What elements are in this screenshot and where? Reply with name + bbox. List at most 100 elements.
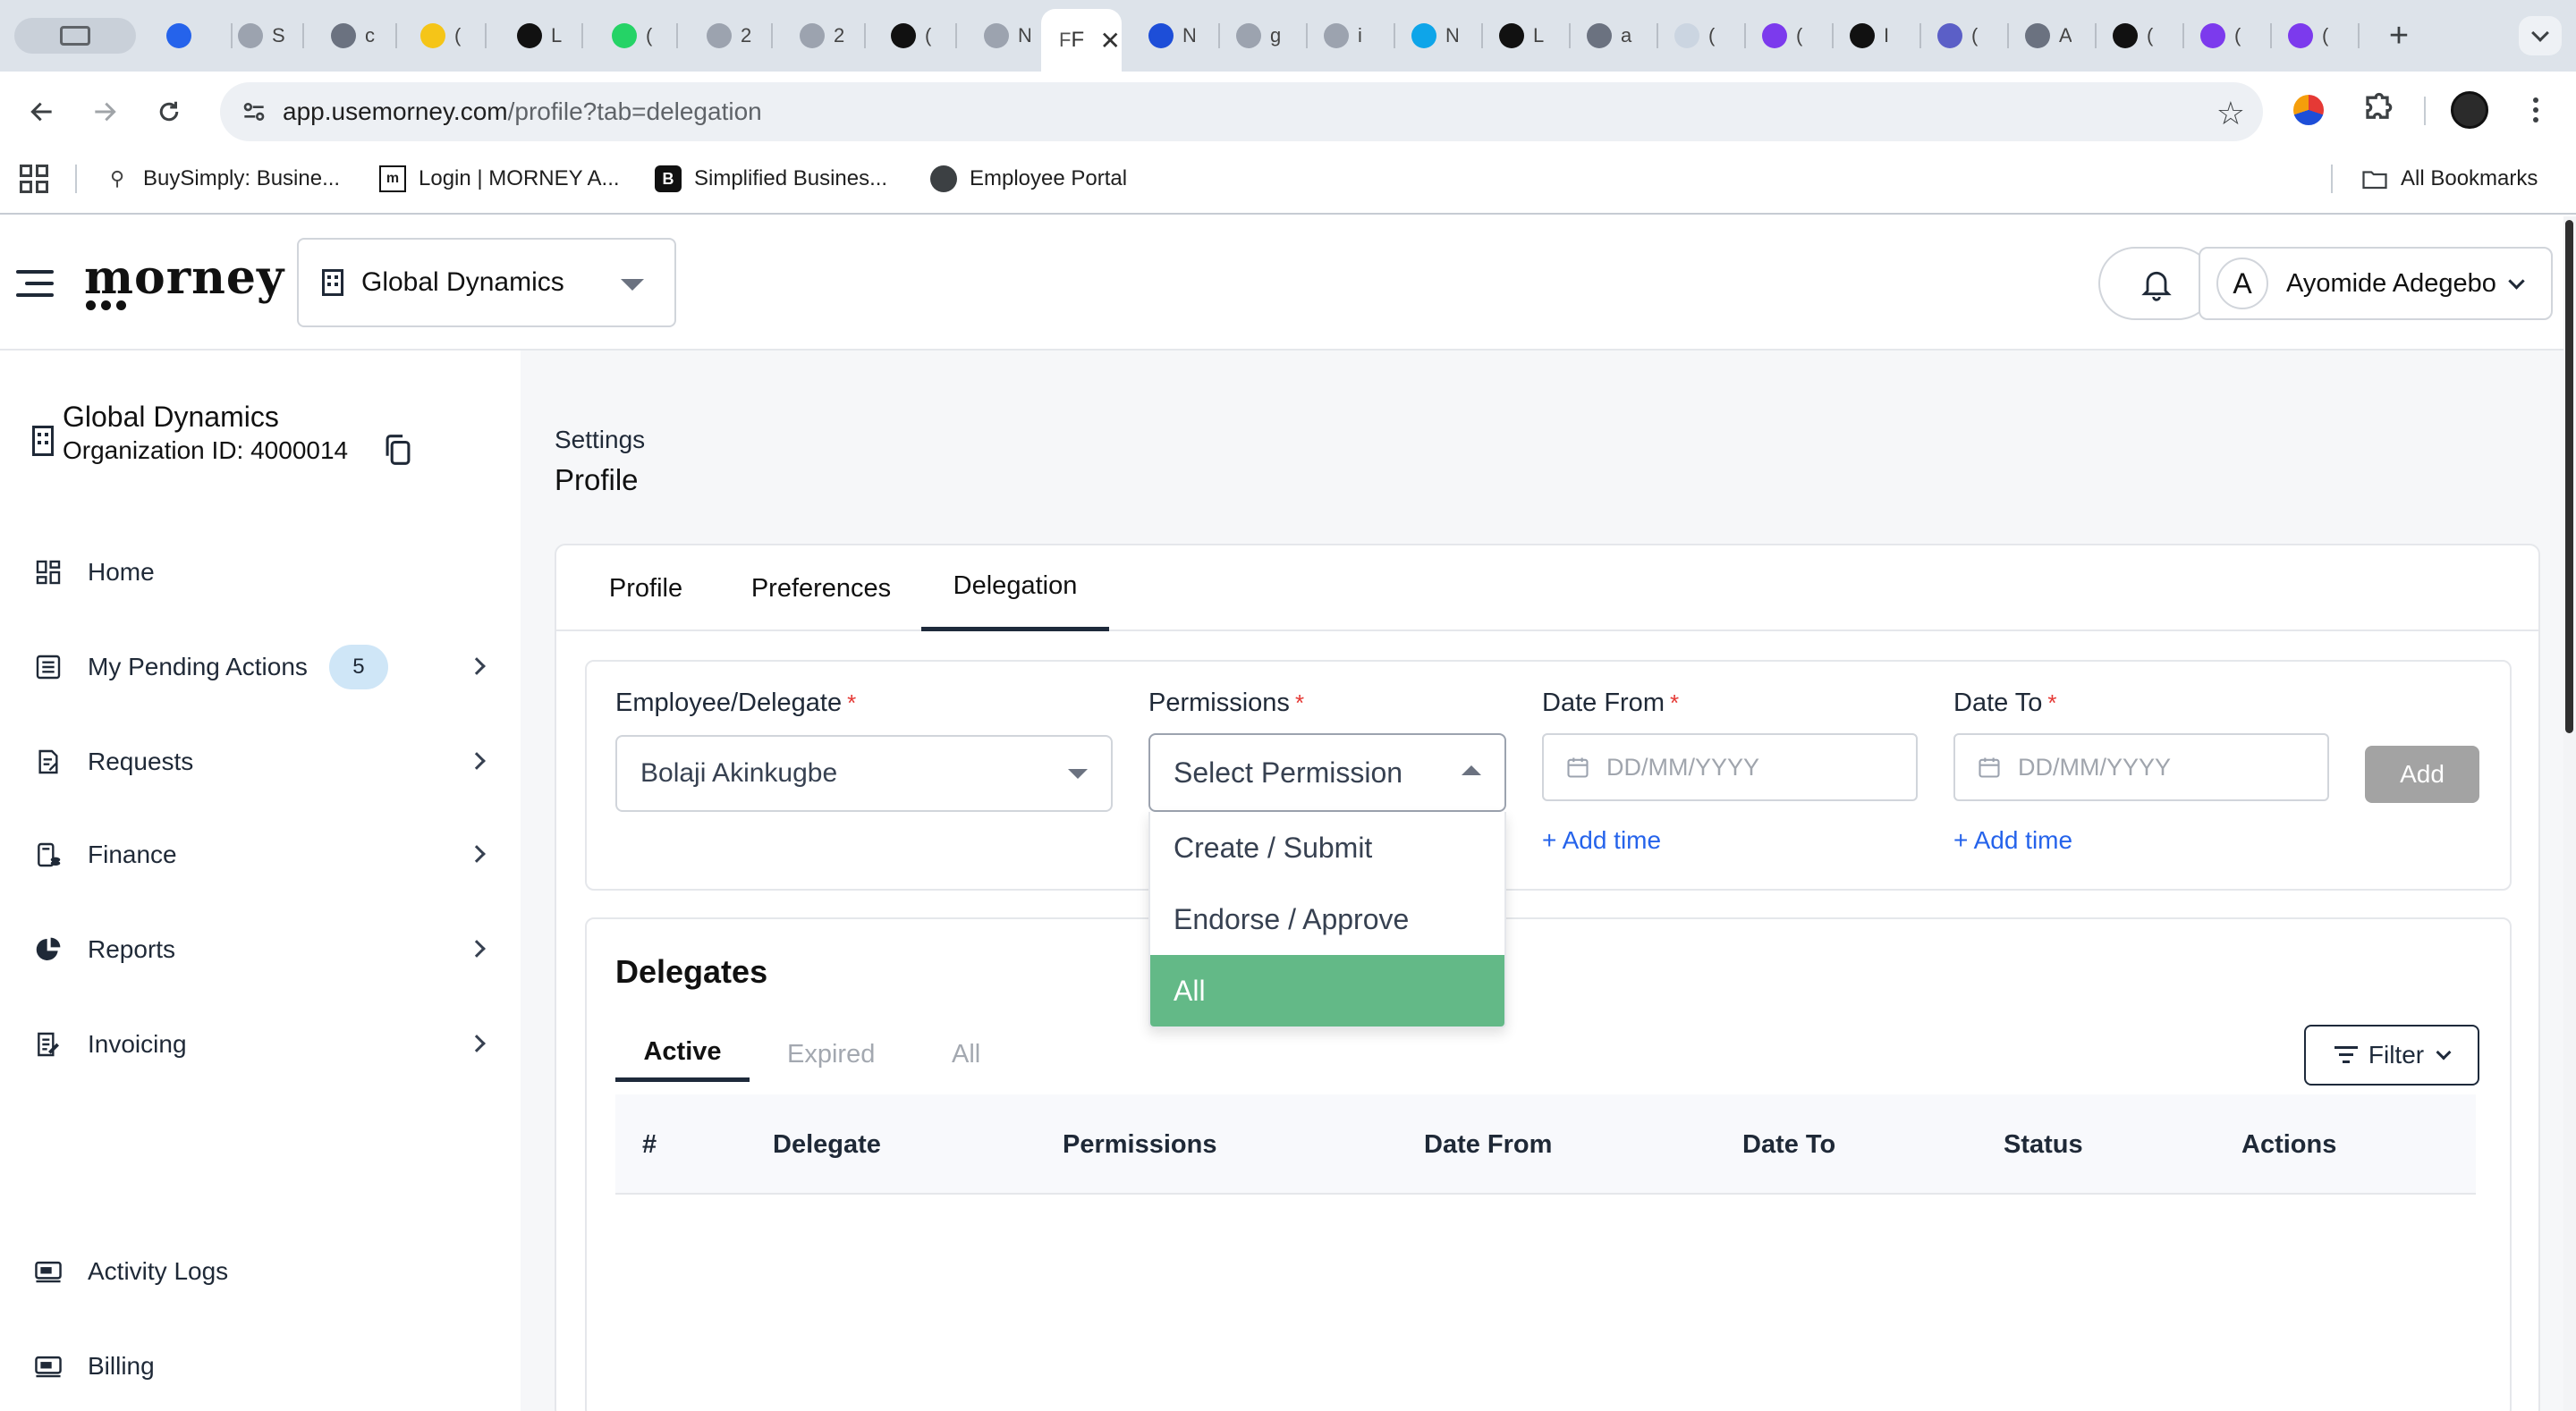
sidebar-item-billing[interactable]: Billing	[34, 1339, 490, 1393]
browser-tab[interactable]: L	[517, 16, 564, 55]
bookmarks-divider	[75, 165, 77, 193]
profile-avatar-icon[interactable]	[2451, 91, 2488, 129]
browser-tab-title: a	[1621, 24, 1632, 46]
browser-tab[interactable]: N	[1411, 16, 1458, 55]
tab-preferences[interactable]: Preferences	[742, 545, 900, 631]
main-content: Settings Profile Profile Preferences Deleg…	[521, 351, 2563, 1411]
tab-delegation[interactable]: Delegation	[921, 545, 1109, 631]
copy-icon[interactable]	[383, 433, 413, 467]
browser-tab[interactable]: (	[1762, 16, 1809, 55]
browser-tab[interactable]: S	[238, 16, 284, 55]
permissions-select[interactable]: Select Permission	[1148, 733, 1506, 812]
browser-tab[interactable]: (	[420, 16, 467, 55]
browser-tab[interactable]: (	[891, 16, 937, 55]
notifications-button[interactable]	[2098, 247, 2215, 320]
new-tab-button[interactable]: +	[2379, 16, 2419, 55]
browser-tab[interactable]: (	[2288, 16, 2334, 55]
back-button[interactable]	[20, 89, 64, 134]
permission-option[interactable]: Create / Submit	[1150, 812, 1504, 883]
forward-button[interactable]	[82, 89, 127, 134]
sidebar-item-label: Invoicing	[88, 1030, 187, 1058]
dashboard-icon	[34, 558, 63, 587]
chevron-down-icon	[2436, 1044, 2452, 1060]
permission-option[interactable]: Endorse / Approve	[1150, 883, 1504, 955]
browser-tab[interactable]: N	[1148, 16, 1195, 55]
browser-tab[interactable]: g	[1236, 16, 1283, 55]
browser-tab[interactable]: L	[1499, 16, 1546, 55]
sidebar-item-reports[interactable]: Reports	[34, 923, 490, 976]
date-to-add-time-link[interactable]: + Add time	[1953, 826, 2072, 855]
add-delegate-button[interactable]: Add	[2365, 746, 2479, 803]
page-scrollbar-thumb[interactable]	[2565, 220, 2573, 733]
browser-tab[interactable]: 2	[707, 16, 753, 55]
permission-option[interactable]: All	[1150, 955, 1504, 1027]
sidebar-item-my-pending-actions[interactable]: My Pending Actions 5	[34, 640, 490, 694]
bookmark-item[interactable]: B Simplified Busines...	[655, 163, 887, 195]
permissions-select-placeholder: Select Permission	[1174, 756, 1403, 789]
tab-active[interactable]: F F ✕	[1041, 9, 1122, 72]
browser-tab[interactable]: i	[1324, 16, 1370, 55]
tab-separator	[1569, 23, 1571, 48]
site-settings-icon[interactable]	[240, 97, 268, 126]
sidebar-item-requests[interactable]: Requests	[34, 735, 490, 789]
invoice-icon	[34, 1030, 63, 1059]
calendar-icon	[1977, 755, 2002, 780]
tab-search-pill[interactable]	[14, 18, 136, 54]
tab-separator	[2007, 23, 2009, 48]
reload-button[interactable]	[147, 89, 191, 134]
date-from-add-time-link[interactable]: + Add time	[1542, 826, 1661, 855]
browser-tab[interactable]: N	[984, 16, 1030, 55]
grid-icon	[2025, 23, 2050, 48]
bookmark-label: BuySimply: Busine...	[143, 166, 341, 190]
tab-separator	[1394, 23, 1395, 48]
tab-search-button[interactable]	[2519, 16, 2562, 55]
sidebar-item-activity-logs[interactable]: Activity Logs	[34, 1245, 490, 1298]
browser-tab[interactable]: 2	[800, 16, 846, 55]
breadcrumb[interactable]: Settings	[555, 426, 645, 454]
date-to-input[interactable]: DD/MM/YYYY	[1953, 733, 2329, 801]
browser-tab[interactable]: (	[1937, 16, 1984, 55]
bookmark-item[interactable]: Employee Portal	[930, 163, 1127, 195]
delegates-tab-active[interactable]: Active	[615, 1027, 750, 1082]
delegates-tab-all[interactable]: All	[952, 1027, 1041, 1082]
sidebar-item-finance[interactable]: Finance	[34, 828, 490, 882]
organization-select[interactable]: Global Dynamics	[297, 238, 676, 327]
close-tab-icon[interactable]: ✕	[1099, 26, 1120, 55]
sidebar-item-invoicing[interactable]: Invoicing	[34, 1018, 490, 1071]
hamburger-menu-icon[interactable]	[16, 270, 54, 297]
browser-tab[interactable]: c	[331, 16, 377, 55]
browser-tab[interactable]: (	[2200, 16, 2247, 55]
delegates-tab-expired[interactable]: Expired	[787, 1027, 916, 1082]
user-menu-button[interactable]: A Ayomide Adegebo	[2199, 247, 2553, 320]
address-bar[interactable]: app.usemorney.com/profile?tab=delegation…	[220, 82, 2263, 141]
employee-select[interactable]: Bolaji Akinkugbe	[615, 735, 1113, 812]
browser-tab[interactable]: (	[1674, 16, 1721, 55]
extension-icon[interactable]	[2293, 95, 2324, 125]
table-header-cell: #	[642, 1130, 657, 1159]
tab-separator	[1832, 23, 1834, 48]
browser-tab[interactable]: (	[612, 16, 658, 55]
sidebar-item-home[interactable]: Home	[34, 545, 490, 599]
puzzle-icon[interactable]	[2358, 89, 2397, 129]
tab-profile[interactable]: Profile	[597, 545, 694, 631]
browser-tab[interactable]: a	[1587, 16, 1633, 55]
browser-tab[interactable]: A	[2025, 16, 2072, 55]
filter-button[interactable]: Filter	[2304, 1025, 2479, 1086]
b-icon	[1499, 23, 1524, 48]
bookmark-item[interactable]: ⚲ BuySimply: Busine...	[104, 163, 340, 195]
date-from-input[interactable]: DD/MM/YYYY	[1542, 733, 1918, 801]
morney-logo[interactable]: morney	[84, 250, 284, 313]
tab-separator	[676, 23, 678, 48]
all-bookmarks-button[interactable]: All Bookmarks	[2361, 163, 2538, 195]
browser-tab[interactable]	[166, 16, 213, 55]
bookmark-star-icon[interactable]: ☆	[2216, 95, 2245, 132]
permissions-dropdown-menu: Create / Submit Endorse / Approve All	[1148, 812, 1506, 1028]
browser-tab-title: (	[2147, 24, 2154, 46]
sidebar-org-id: Organization ID: 4000014	[63, 436, 349, 464]
browser-tab[interactable]: I	[1850, 16, 1896, 55]
browser-tab[interactable]: (	[2113, 16, 2159, 55]
apps-grid-icon[interactable]	[20, 165, 48, 193]
chevron-right-icon	[468, 845, 486, 863]
browser-menu-icon[interactable]	[2522, 91, 2549, 129]
bookmark-item[interactable]: m Login | MORNEY A...	[379, 163, 620, 195]
